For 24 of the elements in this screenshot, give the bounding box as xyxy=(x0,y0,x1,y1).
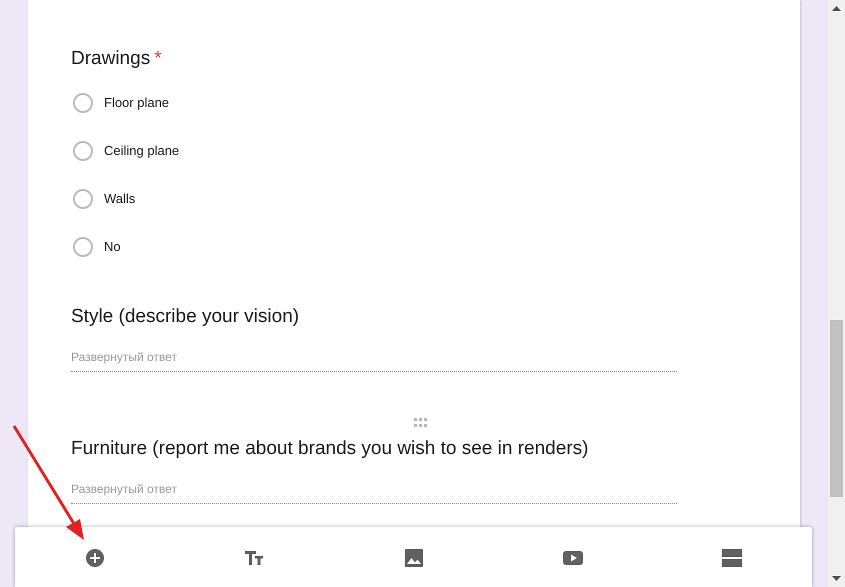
required-mark: * xyxy=(154,47,162,71)
section-icon[interactable] xyxy=(722,548,742,568)
drag-handle-icon[interactable] xyxy=(414,418,428,427)
question-title: Drawings xyxy=(71,47,150,71)
question-title: Style (describe your vision) xyxy=(71,305,300,329)
question-title: Furniture (report me about brands you wish to see in renders) xyxy=(71,437,588,461)
radio-button[interactable] xyxy=(73,141,93,161)
radio-button[interactable] xyxy=(73,93,93,113)
answer-field[interactable]: Развернутый ответ xyxy=(71,480,677,504)
option-label: No xyxy=(104,238,121,256)
option-label: Floor plane xyxy=(104,94,170,112)
image-icon[interactable] xyxy=(404,548,424,568)
option-label: Walls xyxy=(104,190,136,208)
scrollbar[interactable] xyxy=(828,0,845,587)
answer-field[interactable]: Развернутый ответ xyxy=(71,348,677,372)
scroll-down-icon[interactable] xyxy=(832,576,841,581)
option-label: Ceiling plane xyxy=(104,142,180,160)
text-icon[interactable] xyxy=(244,548,264,568)
radio-button[interactable] xyxy=(73,189,93,209)
scroll-up-icon[interactable] xyxy=(832,6,841,11)
video-play-icon[interactable] xyxy=(562,548,583,568)
scrollbar-thumb[interactable] xyxy=(830,320,843,497)
radio-button[interactable] xyxy=(73,237,93,257)
add-icon[interactable] xyxy=(84,548,105,568)
